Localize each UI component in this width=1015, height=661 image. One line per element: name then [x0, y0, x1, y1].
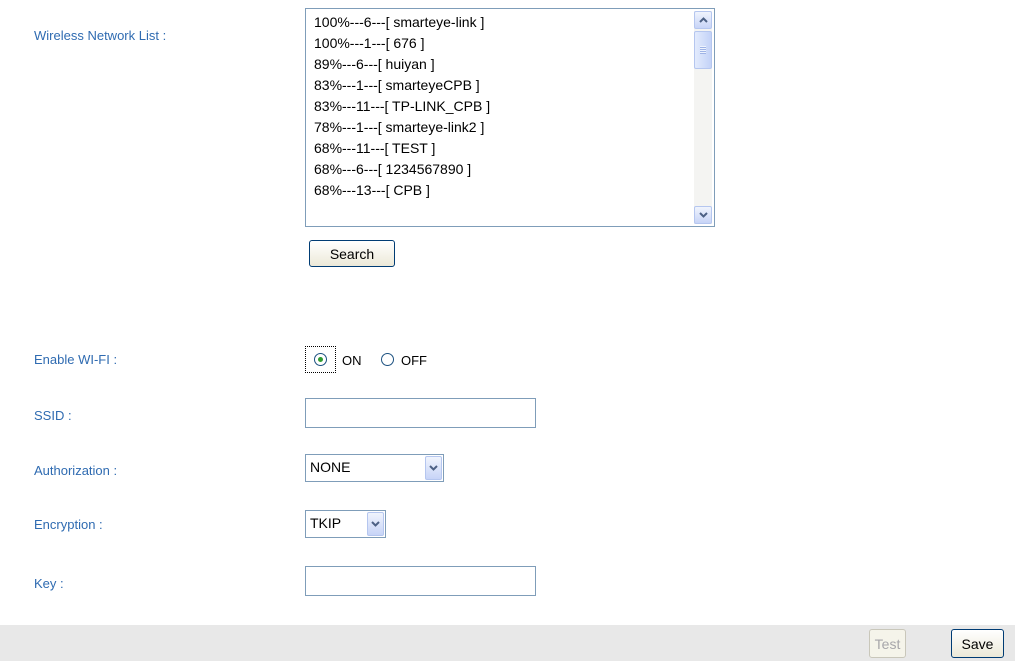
key-label: Key : — [34, 576, 64, 591]
network-list-item[interactable]: 100%---6---[ smarteye-link ] — [314, 12, 692, 33]
ssid-input[interactable] — [305, 398, 536, 428]
search-button[interactable]: Search — [309, 240, 395, 267]
authorization-value: NONE — [310, 459, 351, 475]
encryption-select[interactable]: TKIP — [305, 510, 386, 538]
chevron-down-icon — [371, 521, 380, 527]
scroll-thumb[interactable] — [694, 31, 712, 69]
network-list-item[interactable]: 78%---1---[ smarteye-link2 ] — [314, 117, 692, 138]
network-list-item[interactable]: 89%---6---[ huiyan ] — [314, 54, 692, 75]
encryption-dropdown-button[interactable] — [367, 512, 384, 536]
ssid-label: SSID : — [34, 408, 72, 423]
chevron-down-icon — [429, 465, 438, 471]
footer-bar: Test Save — [0, 625, 1015, 661]
listbox-scrollbar[interactable] — [694, 11, 712, 224]
wifi-off-radio[interactable] — [381, 353, 394, 366]
chevron-up-icon — [698, 17, 708, 23]
wireless-network-listbox[interactable]: 100%---6---[ smarteye-link ] 100%---1---[… — [305, 8, 715, 227]
network-list-item[interactable]: 83%---11---[ TP-LINK_CPB ] — [314, 96, 692, 117]
test-button[interactable]: Test — [869, 629, 906, 658]
network-list-item[interactable]: 68%---6---[ 1234567890 ] — [314, 159, 692, 180]
wireless-network-list-label: Wireless Network List : — [34, 28, 167, 43]
scroll-up-button[interactable] — [694, 11, 712, 29]
key-input[interactable] — [305, 566, 536, 596]
network-list-item[interactable]: 100%---1---[ 676 ] — [314, 33, 692, 54]
wifi-off-label[interactable]: OFF — [401, 353, 427, 368]
enable-wifi-label: Enable WI-FI : — [34, 352, 118, 367]
chevron-down-icon — [698, 212, 708, 218]
save-button[interactable]: Save — [951, 629, 1004, 658]
encryption-value: TKIP — [310, 515, 342, 531]
scroll-down-button[interactable] — [694, 206, 712, 224]
network-items: 100%---6---[ smarteye-link ] 100%---1---[… — [306, 9, 692, 226]
network-list-item[interactable]: 68%---11---[ TEST ] — [314, 138, 692, 159]
wifi-on-label[interactable]: ON — [342, 353, 362, 368]
network-list-item[interactable]: 68%---13---[ CPB ] — [314, 180, 692, 201]
authorization-label: Authorization : — [34, 463, 118, 478]
network-list-item[interactable]: 83%---1---[ smarteyeCPB ] — [314, 75, 692, 96]
authorization-select[interactable]: NONE — [305, 454, 444, 482]
authorization-dropdown-button[interactable] — [425, 456, 442, 480]
wifi-on-radio[interactable] — [314, 353, 327, 366]
encryption-label: Encryption : — [34, 517, 103, 532]
